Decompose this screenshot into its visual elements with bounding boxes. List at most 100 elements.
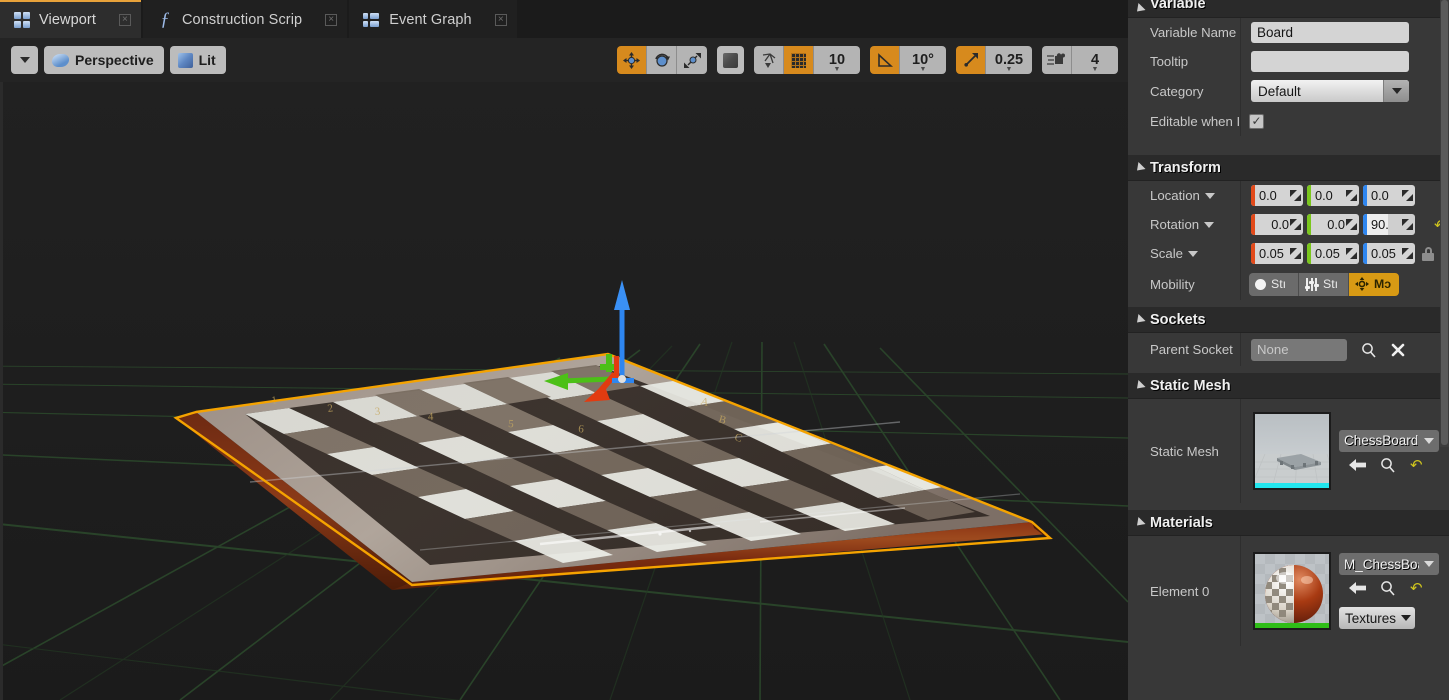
scale-x-field[interactable]: 0.05 bbox=[1251, 243, 1303, 264]
spinner-icon[interactable] bbox=[1290, 243, 1303, 264]
rotation-y-field[interactable]: 0.0 bbox=[1307, 214, 1359, 235]
chevron-down-icon[interactable] bbox=[1383, 80, 1409, 102]
use-selected-asset-icon[interactable] bbox=[1349, 458, 1366, 472]
row-editable-when-instance: Editable when In ✓ bbox=[1128, 106, 1449, 136]
coordinate-space-button[interactable] bbox=[717, 46, 744, 74]
scale-z-field[interactable]: 0.05 bbox=[1363, 243, 1415, 264]
rotation-z-value: 90. bbox=[1367, 217, 1402, 232]
grid-snap-toggle[interactable] bbox=[784, 46, 814, 74]
mobility-stationary-button[interactable]: Stı bbox=[1299, 273, 1349, 296]
static-mesh-asset-dropdown[interactable]: ChessBoard bbox=[1339, 430, 1439, 452]
angle-snap-toggle[interactable] bbox=[870, 46, 900, 74]
rotation-x-field[interactable]: 0.0 bbox=[1251, 214, 1303, 235]
spinner-icon[interactable] bbox=[1402, 214, 1415, 235]
location-x-field[interactable]: 0.0 bbox=[1251, 185, 1303, 206]
angle-snap-value[interactable]: 10° ▼ bbox=[900, 46, 946, 74]
reset-material-icon[interactable]: ↶ bbox=[1410, 581, 1423, 595]
spinner-icon[interactable] bbox=[1290, 185, 1303, 206]
viewport-options-menu-button[interactable] bbox=[11, 46, 38, 74]
location-x-value: 0.0 bbox=[1255, 188, 1290, 203]
grid-snap-value[interactable]: 10 ▼ bbox=[814, 46, 860, 74]
clear-socket-icon[interactable] bbox=[1391, 343, 1405, 357]
chevron-down-icon: ▼ bbox=[920, 67, 927, 73]
category-header-sockets[interactable]: Sockets bbox=[1128, 307, 1449, 333]
category-gap bbox=[1128, 366, 1449, 373]
category-header-materials[interactable]: Materials bbox=[1128, 510, 1449, 536]
unreal-blueprint-editor: Viewport × ƒ Construction Scrip × Event … bbox=[0, 0, 1449, 700]
chevron-down-icon[interactable] bbox=[1204, 222, 1214, 228]
view-mode-lit-button[interactable]: Lit bbox=[170, 46, 226, 74]
category-dropdown[interactable]: Default bbox=[1251, 80, 1409, 102]
row-label: Static Mesh bbox=[1128, 399, 1241, 503]
reset-static-mesh-icon[interactable]: ↶ bbox=[1410, 458, 1423, 472]
category-header-transform[interactable]: Transform bbox=[1128, 155, 1449, 181]
details-scrollbar[interactable] bbox=[1440, 0, 1449, 447]
asset-type-bar bbox=[1255, 623, 1329, 628]
category-title: Variable bbox=[1150, 0, 1206, 12]
row-label: Rotation bbox=[1128, 210, 1241, 239]
surface-snap-button[interactable] bbox=[754, 46, 784, 74]
details-panel[interactable]: Variable Variable Name Board Tooltip Cat… bbox=[1128, 0, 1449, 700]
tab-event-graph[interactable]: Event Graph × bbox=[349, 0, 517, 38]
mobility-static-button[interactable]: Stı bbox=[1249, 273, 1299, 296]
textures-button[interactable]: Textures bbox=[1339, 607, 1415, 629]
row-mobility: Mobility Stı Stı bbox=[1128, 268, 1449, 300]
chevron-down-icon: ▼ bbox=[834, 67, 841, 73]
function-fx-icon: ƒ bbox=[157, 12, 173, 28]
translate-mode-button[interactable] bbox=[617, 46, 647, 74]
location-y-field[interactable]: 0.0 bbox=[1307, 185, 1359, 206]
tab-viewport[interactable]: Viewport × bbox=[0, 0, 141, 38]
static-mesh-thumbnail[interactable] bbox=[1253, 412, 1331, 490]
material-asset-dropdown[interactable]: M_ChessBoard bbox=[1339, 553, 1439, 575]
rotate-mode-button[interactable] bbox=[647, 46, 677, 74]
tab-close-icon[interactable]: × bbox=[325, 14, 337, 26]
grid-four-icon bbox=[14, 12, 30, 28]
tooltip-input[interactable] bbox=[1251, 51, 1409, 72]
spinner-icon[interactable] bbox=[1346, 185, 1359, 206]
scale-snap-value[interactable]: 0.25 ▼ bbox=[986, 46, 1032, 74]
mobility-label: Stı bbox=[1323, 277, 1338, 291]
spinner-icon[interactable] bbox=[1402, 185, 1415, 206]
lock-ratio-icon[interactable] bbox=[1422, 247, 1434, 261]
camera-speed-icon bbox=[1047, 53, 1067, 67]
location-z-field[interactable]: 0.0 bbox=[1363, 185, 1415, 206]
mobility-movable-button[interactable]: Mɔ bbox=[1349, 273, 1399, 296]
spinner-icon[interactable] bbox=[1346, 214, 1359, 235]
row-parent-socket: Parent Socket None bbox=[1128, 333, 1449, 366]
category-header-static-mesh[interactable]: Static Mesh bbox=[1128, 373, 1449, 399]
tab-construction-script[interactable]: ƒ Construction Scrip × bbox=[143, 0, 347, 38]
browse-asset-icon[interactable] bbox=[1380, 580, 1396, 596]
browse-socket-icon[interactable] bbox=[1361, 342, 1377, 358]
parent-socket-input[interactable]: None bbox=[1251, 339, 1347, 361]
scrollbar-thumb[interactable] bbox=[1441, 0, 1448, 445]
scale-mode-button[interactable] bbox=[677, 46, 707, 74]
category-header-variable[interactable]: Variable bbox=[1128, 0, 1449, 18]
graph-nodes-icon bbox=[363, 13, 380, 27]
rotation-y-value: 0.0 bbox=[1311, 217, 1346, 232]
static-dot-icon bbox=[1255, 279, 1266, 290]
row-label: Scale bbox=[1128, 239, 1241, 268]
camera-speed-button[interactable] bbox=[1042, 46, 1072, 74]
category-title: Transform bbox=[1150, 160, 1221, 176]
tab-close-icon[interactable]: × bbox=[495, 14, 507, 26]
spinner-icon[interactable] bbox=[1346, 243, 1359, 264]
camera-speed-value[interactable]: 4 ▼ bbox=[1072, 46, 1118, 74]
use-selected-asset-icon[interactable] bbox=[1349, 581, 1366, 595]
spinner-icon[interactable] bbox=[1290, 214, 1303, 235]
chevron-down-icon[interactable] bbox=[1188, 251, 1198, 257]
scale-y-field[interactable]: 0.05 bbox=[1307, 243, 1359, 264]
scale-snap-group: 0.25 ▼ bbox=[956, 46, 1032, 74]
editable-when-instance-checkbox[interactable]: ✓ bbox=[1249, 114, 1264, 129]
viewport-3d-scene[interactable]: 1 2 3 4 5 6 A B C bbox=[0, 82, 1128, 700]
rotation-z-field[interactable]: 90. bbox=[1363, 214, 1415, 235]
tab-close-icon[interactable]: × bbox=[119, 14, 131, 26]
row-label: Editable when In bbox=[1128, 106, 1241, 136]
view-perspective-button[interactable]: Perspective bbox=[44, 46, 164, 74]
chevron-down-icon[interactable] bbox=[1205, 193, 1215, 199]
variable-name-input[interactable]: Board bbox=[1251, 22, 1409, 43]
spinner-icon[interactable] bbox=[1402, 243, 1415, 264]
material-thumbnail[interactable] bbox=[1253, 552, 1331, 630]
expand-triangle-icon bbox=[1133, 2, 1145, 14]
scale-snap-toggle[interactable] bbox=[956, 46, 986, 74]
browse-asset-icon[interactable] bbox=[1380, 457, 1396, 473]
